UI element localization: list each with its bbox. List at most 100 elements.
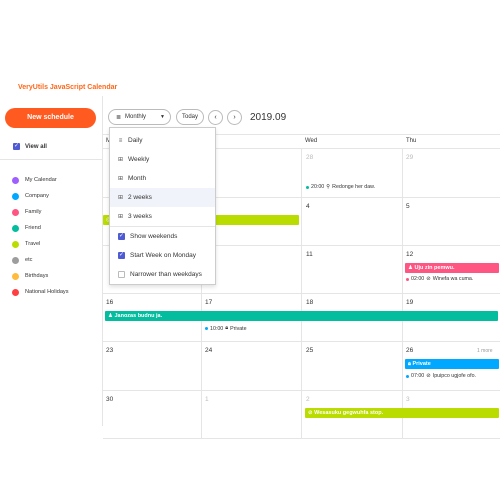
calendar-toolbar: ≣ Monthly ▼ Today ‹ › 2019.09 (108, 108, 286, 126)
prev-button[interactable]: ‹ (208, 109, 223, 125)
event-title: Ipuipco ugjofe ofo. (432, 373, 477, 379)
calendar-item-friend[interactable]: Friend (12, 220, 69, 236)
event-dot-icon (406, 277, 409, 281)
calendar-item-label: etc (25, 257, 33, 263)
sidebar-divider (0, 159, 102, 160)
column-divider (201, 342, 202, 390)
date-cell[interactable]: 25 (306, 347, 313, 354)
calendar-app: VeryUtils JavaScript Calendar New schedu… (0, 0, 500, 500)
color-dot-icon (12, 176, 19, 184)
checkbox-checked-icon[interactable]: ✓ (118, 252, 125, 259)
calendar-item-my-calendar[interactable]: My Calendar (12, 172, 69, 188)
date-cell[interactable]: 16 (106, 299, 113, 306)
date-cell[interactable]: 12 (406, 251, 413, 258)
event-title: Private (412, 361, 431, 367)
date-cell[interactable]: 28 (306, 154, 313, 161)
repeat-icon: ⊘ (426, 276, 431, 282)
date-cell[interactable]: 4 (306, 203, 310, 210)
color-dot-icon (12, 192, 19, 200)
event-bar[interactable]: ♟ Janozas budnu ja. (105, 311, 498, 321)
event-time: 07:00 (411, 373, 425, 379)
menu-item-label: 2 weeks (128, 194, 152, 201)
menu-item-weekly[interactable]: ⊞ Weekly (110, 150, 215, 169)
menu-option-show-weekends[interactable]: ✓ Show weekends (110, 227, 215, 246)
grid-icon: ⊞ (118, 176, 124, 182)
calendar-item-label: Company (25, 193, 49, 199)
more-events-link[interactable]: 1 more (477, 348, 493, 354)
event-title: Wesasuku gegwuhfa stop. (314, 410, 384, 416)
date-cell[interactable]: 17 (205, 299, 212, 306)
menu-item-month[interactable]: ⊞ Month (110, 169, 215, 188)
calendar-item-national-holidays[interactable]: National Holidays (12, 284, 69, 300)
event-item[interactable]: 07:00 ⊘ Ipuipco ugjofe ofo. (406, 373, 476, 379)
checkbox-checked-icon[interactable]: ✓ (118, 233, 125, 240)
new-schedule-button[interactable]: New schedule (5, 108, 96, 128)
event-time: 10:00 (210, 325, 224, 332)
calendar-item-family[interactable]: Family (12, 204, 69, 220)
event-title: Uju zin pemwu. (414, 265, 455, 271)
event-bar[interactable]: 🔒︎ Private (405, 359, 499, 369)
color-dot-icon (12, 240, 19, 248)
calendar-item-label: National Holidays (25, 289, 69, 295)
week-row: 16 17 18 19 ♟ Janozas budnu ja. 10:00 🔒︎… (103, 294, 500, 342)
calendar-item-birthdays[interactable]: Birthdays (12, 268, 69, 284)
date-cell[interactable]: 2 (306, 396, 310, 403)
column-divider (301, 391, 302, 438)
event-bar[interactable]: ♟ Uju zin pemwu. (405, 263, 499, 273)
date-cell[interactable]: 29 (406, 154, 413, 161)
column-divider (402, 149, 403, 197)
event-item[interactable]: 20:00 ⚲ Redonge her daw. (306, 184, 375, 190)
calendar-item-label: Family (25, 209, 42, 215)
event-dot-icon (205, 327, 208, 330)
event-item[interactable]: 10:00 🔒︎ Private (205, 325, 247, 332)
repeat-icon: ⊘ (426, 373, 431, 379)
date-cell[interactable]: 5 (406, 203, 410, 210)
date-cell[interactable]: 26 (406, 347, 413, 354)
color-dot-icon (12, 256, 19, 264)
checkbox-unchecked-icon[interactable] (118, 271, 125, 278)
event-dot-icon (406, 374, 409, 378)
grid-icon: ⊞ (118, 214, 124, 220)
menu-item-label: Weekly (128, 156, 150, 163)
date-cell[interactable]: 19 (406, 299, 413, 306)
calendar-item-etc[interactable]: etc (12, 252, 69, 268)
event-bar[interactable]: ⊘ Wesasuku gegwuhfa stop. (305, 408, 499, 418)
menu-item-2-weeks[interactable]: ⊞ 2 weeks (110, 188, 215, 207)
date-cell[interactable]: 30 (106, 396, 113, 403)
today-button[interactable]: Today (176, 109, 204, 125)
brand-title: VeryUtils JavaScript Calendar (18, 84, 118, 91)
view-all-toggle[interactable]: ✓ View all (13, 143, 47, 150)
menu-option-narrow-weekend[interactable]: Narrower than weekdays (110, 265, 215, 284)
event-item[interactable]: 02:00 ⊘ Winefa wa cuma. (406, 276, 473, 282)
column-divider (402, 198, 403, 245)
view-all-label: View all (25, 143, 47, 150)
column-divider (301, 198, 302, 245)
date-cell[interactable]: 18 (306, 299, 313, 306)
sidebar: New schedule ✓ View all My Calendar Comp… (0, 96, 103, 426)
color-dot-icon (12, 288, 19, 296)
date-cell[interactable]: 24 (205, 347, 212, 354)
day-header: Wed (305, 138, 318, 144)
next-button[interactable]: › (227, 109, 242, 125)
grid-icon: ⊞ (118, 157, 124, 163)
date-cell[interactable]: 1 (205, 396, 209, 403)
lock-icon: 🔒︎ (225, 325, 229, 331)
event-time: 20:00 (311, 184, 325, 190)
menu-option-start-monday[interactable]: ✓ Start Week on Monday (110, 246, 215, 265)
menu-option-label: Start Week on Monday (130, 252, 196, 259)
calendar-item-travel[interactable]: Travel (12, 236, 69, 252)
view-select[interactable]: ≣ Monthly ▼ (108, 109, 171, 125)
menu-item-3-weeks[interactable]: ⊞ 3 weeks (110, 207, 215, 226)
calendar-item-company[interactable]: Company (12, 188, 69, 204)
view-dropdown-menu: ≡ Daily ⊞ Weekly ⊞ Month ⊞ 2 weeks ⊞ 3 weeks … (109, 127, 216, 285)
calendar-list: My Calendar Company Family Friend Travel… (12, 172, 69, 300)
date-cell[interactable]: 11 (306, 251, 313, 258)
date-cell[interactable]: 23 (106, 347, 113, 354)
date-cell[interactable]: 3 (406, 396, 410, 403)
menu-item-daily[interactable]: ≡ Daily (110, 131, 215, 150)
column-divider (402, 246, 403, 293)
calendar-item-label: Friend (25, 225, 41, 231)
grid-icon: ⊞ (118, 195, 124, 201)
menu-item-label: Month (128, 175, 147, 182)
checkbox-checked-icon[interactable]: ✓ (13, 143, 20, 150)
